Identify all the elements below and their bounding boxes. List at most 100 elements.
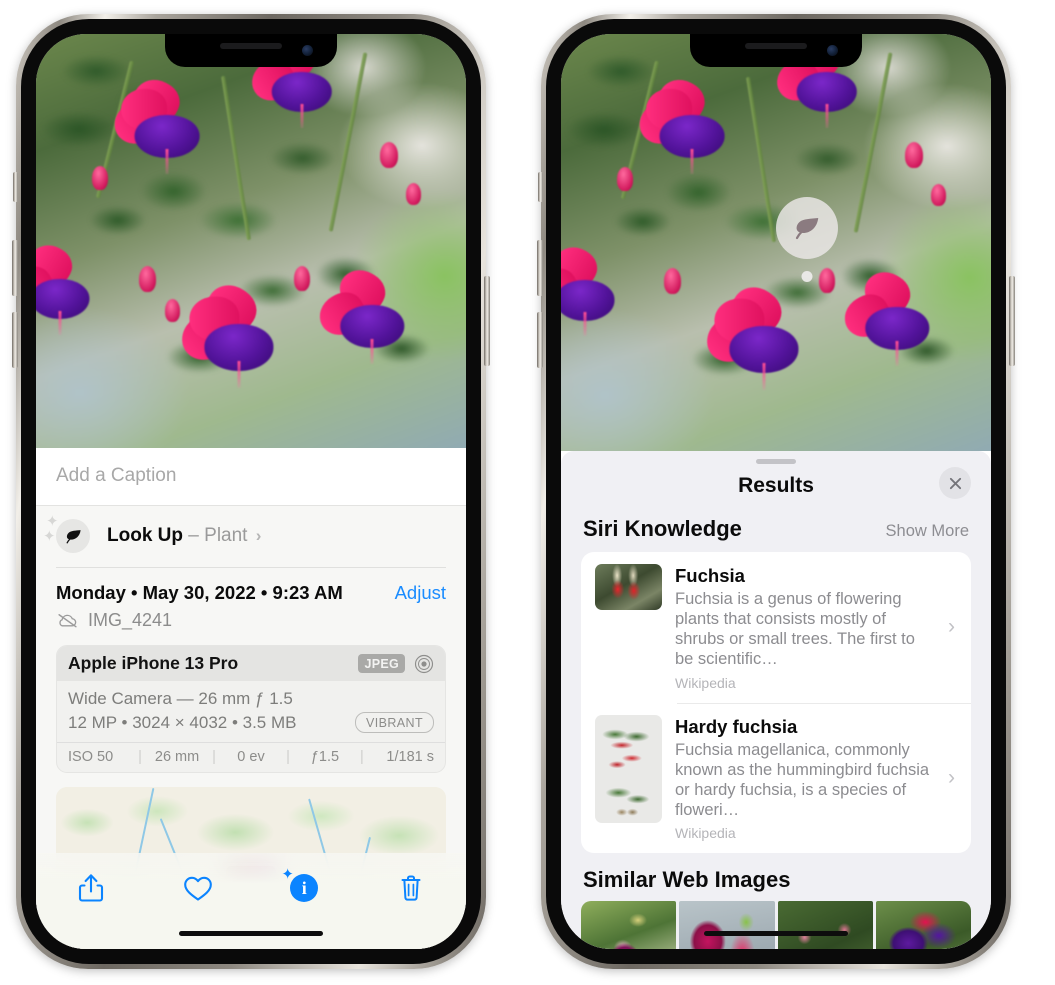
filename-row: IMG_4241: [56, 610, 446, 631]
look-up-row[interactable]: ✦ ✦ Look Up – Plant ›: [36, 506, 466, 567]
exif-shutter: 1/181 s: [386, 749, 434, 765]
photographic-style-badge: VIBRANT: [355, 712, 434, 733]
photo-filename: IMG_4241: [88, 610, 173, 630]
share-button[interactable]: [64, 865, 118, 911]
home-indicator[interactable]: [704, 931, 848, 936]
left-phone-device: Add a Caption ✦ ✦ Look Up – Plant › Mond…: [12, 14, 490, 969]
look-up-dash: –: [188, 525, 199, 546]
mute-switch[interactable]: [13, 172, 18, 202]
exif-row: ISO 50 | 26 mm | 0 ev | ƒ1.5 | 1/181 s: [57, 742, 445, 772]
metadata-block: Monday • May 30, 2022 • 9:23 AM Adjust I…: [36, 567, 466, 631]
share-icon: [78, 874, 104, 902]
flower-bud: [819, 267, 835, 293]
fuchsia-bloom: [172, 275, 287, 389]
left-phone-screen: Add a Caption ✦ ✦ Look Up – Plant › Mond…: [36, 34, 466, 949]
flower-bud: [139, 265, 157, 292]
info-button[interactable]: ✦ i: [277, 865, 331, 911]
flower-bud: [294, 265, 310, 291]
delete-button[interactable]: [384, 865, 438, 911]
close-icon: [949, 477, 961, 489]
camera-lens: Wide Camera — 26 mm ƒ 1.5: [68, 689, 293, 708]
leaf-icon: ✦ ✦: [43, 514, 90, 553]
fuchsia-bloom: [632, 71, 737, 175]
web-image-thumbnail[interactable]: [777, 901, 873, 949]
home-indicator[interactable]: [179, 931, 323, 936]
exif-aperture: ƒ1.5: [310, 749, 340, 765]
exif-exposure: 0 ev: [237, 749, 265, 765]
results-title: Results: [738, 474, 814, 497]
caption-field-row[interactable]: Add a Caption: [36, 448, 466, 506]
power-button[interactable]: [1009, 276, 1015, 366]
right-phone-device: Results Siri Knowledge Show More Fuchsia…: [537, 14, 1015, 969]
flower-bud: [616, 167, 633, 192]
volume-down-button[interactable]: [537, 312, 543, 368]
mute-switch[interactable]: [538, 172, 543, 202]
close-button[interactable]: [939, 467, 971, 499]
show-more-button[interactable]: Show More: [886, 522, 969, 541]
siri-knowledge-header: Siri Knowledge Show More: [561, 512, 991, 552]
flower-bud: [165, 298, 180, 322]
camera-card-body: Wide Camera — 26 mm ƒ 1.5 12 MP • 3024 ×…: [57, 681, 445, 742]
chevron-right-icon: ›: [948, 765, 955, 789]
heart-icon: [183, 876, 212, 901]
aperture-icon: [414, 654, 434, 673]
knowledge-thumbnail: [595, 714, 662, 823]
caption-placeholder[interactable]: Add a Caption: [56, 465, 446, 487]
photo-date: Monday • May 30, 2022 • 9:23 AM: [56, 582, 343, 603]
look-up-label: Look Up – Plant ›: [107, 525, 261, 547]
flower-bud: [905, 142, 923, 169]
exif-iso: ISO 50: [68, 749, 114, 765]
results-header: Results: [561, 464, 991, 512]
front-camera-icon: [302, 45, 313, 56]
format-badge: JPEG: [358, 654, 405, 673]
volume-up-button[interactable]: [12, 240, 18, 296]
flower-bud: [664, 267, 682, 294]
leaf-icon: [776, 197, 838, 259]
fuchsia-bloom: [107, 71, 212, 174]
visual-look-up-badge[interactable]: [776, 197, 838, 282]
photo-viewer[interactable]: [36, 34, 466, 448]
flower-bud: [405, 183, 421, 206]
knowledge-title: Hardy fuchsia: [675, 715, 798, 737]
fuchsia-bloom: [561, 239, 626, 337]
volume-down-button[interactable]: [12, 312, 18, 368]
power-button[interactable]: [484, 276, 490, 366]
volume-up-button[interactable]: [537, 240, 543, 296]
trash-icon: [401, 875, 421, 901]
favorite-button[interactable]: [171, 865, 225, 911]
camera-card-header: Apple iPhone 13 Pro JPEG: [57, 646, 445, 681]
icloud-slash-icon: [58, 614, 77, 628]
fuchsia-bloom: [837, 263, 941, 367]
siri-knowledge-title: Siri Knowledge: [583, 516, 742, 541]
badge-pointer-dot: [801, 271, 813, 282]
camera-model: Apple iPhone 13 Pro: [68, 653, 239, 673]
web-image-thumbnail[interactable]: [679, 901, 775, 949]
right-phone-screen: Results Siri Knowledge Show More Fuchsia…: [561, 34, 991, 949]
flower-bud: [380, 141, 398, 168]
fuchsia-bloom: [36, 238, 101, 335]
photo-viewer[interactable]: [561, 34, 991, 451]
earpiece-speaker: [220, 43, 282, 49]
siri-knowledge-card: Fuchsia Fuchsia is a genus of flowering …: [581, 552, 971, 853]
chevron-right-icon: ›: [948, 615, 955, 639]
similar-web-images-strip[interactable]: [561, 901, 991, 949]
divider: [56, 567, 446, 568]
photo-info-sheet: Add a Caption ✦ ✦ Look Up – Plant › Mond…: [36, 448, 466, 949]
knowledge-row[interactable]: Fuchsia Fuchsia is a genus of flowering …: [581, 552, 971, 703]
sparkle-icon: ✦: [46, 513, 59, 530]
adjust-button[interactable]: Adjust: [395, 582, 446, 604]
sparkle-icon: ✦: [43, 528, 56, 545]
front-camera-icon: [827, 45, 838, 56]
exif-focal-length: 26 mm: [154, 749, 200, 765]
knowledge-thumbnail: [595, 564, 662, 610]
device-notch: [165, 34, 337, 67]
sparkle-icon: ✦: [281, 866, 294, 883]
fuchsia-bloom: [312, 261, 416, 365]
web-image-thumbnail[interactable]: [581, 901, 677, 949]
camera-resolution: 12 MP • 3024 × 4032 • 3.5 MB: [68, 712, 297, 732]
date-row: Monday • May 30, 2022 • 9:23 AM Adjust: [56, 582, 446, 604]
web-image-thumbnail[interactable]: [875, 901, 971, 949]
knowledge-row[interactable]: Hardy fuchsia Fuchsia magellanica, commo…: [581, 702, 971, 854]
knowledge-title: Fuchsia: [675, 565, 745, 586]
photo-foliage: [36, 34, 466, 448]
